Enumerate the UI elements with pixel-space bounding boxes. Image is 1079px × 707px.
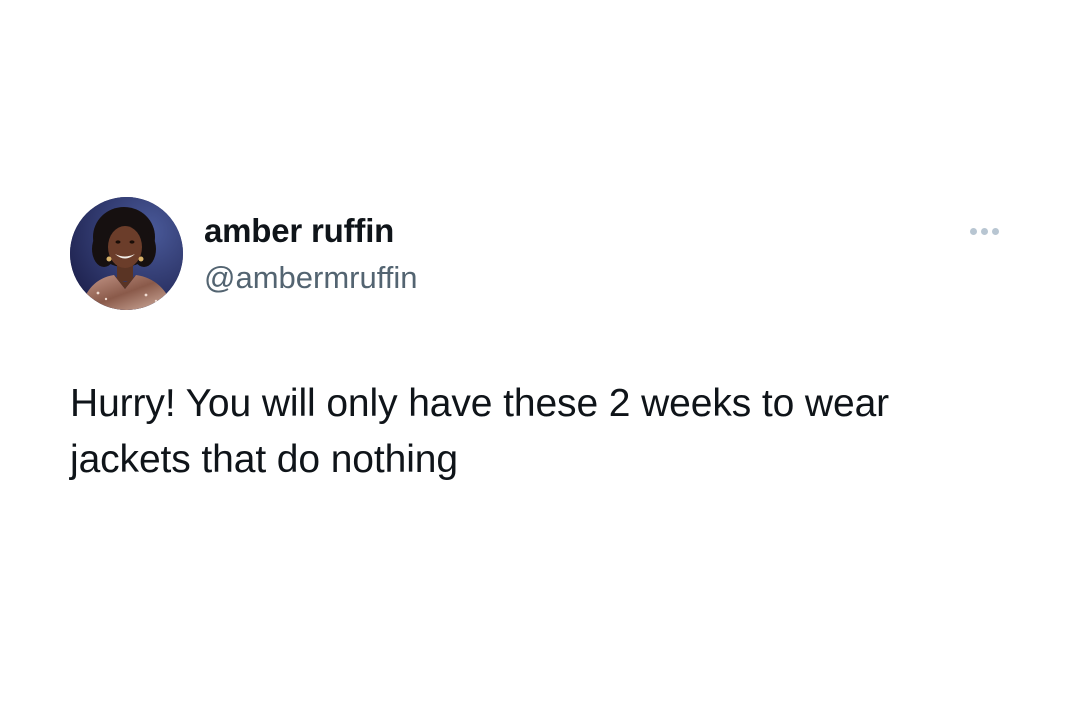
more-horizontal-icon [991,227,999,235]
author-display-name[interactable]: amber ruffin [204,211,394,251]
tweet-text-line: jackets that do nothing [70,438,458,481]
tweet-text: Hurry! You will only have these 2 weeks … [70,376,1030,488]
author-handle[interactable]: @ambermruffin [204,258,418,298]
tweet-card: amber ruffin @ambermruffin Hurry! You wi… [0,0,1079,707]
profile-photo-icon [70,197,183,310]
tweet-text-line: Hurry! You will only have these 2 weeks … [70,382,890,425]
avatar[interactable] [70,197,183,310]
more-horizontal-icon [969,227,977,235]
more-horizontal-icon [980,227,988,235]
more-options-button[interactable] [962,218,1006,244]
